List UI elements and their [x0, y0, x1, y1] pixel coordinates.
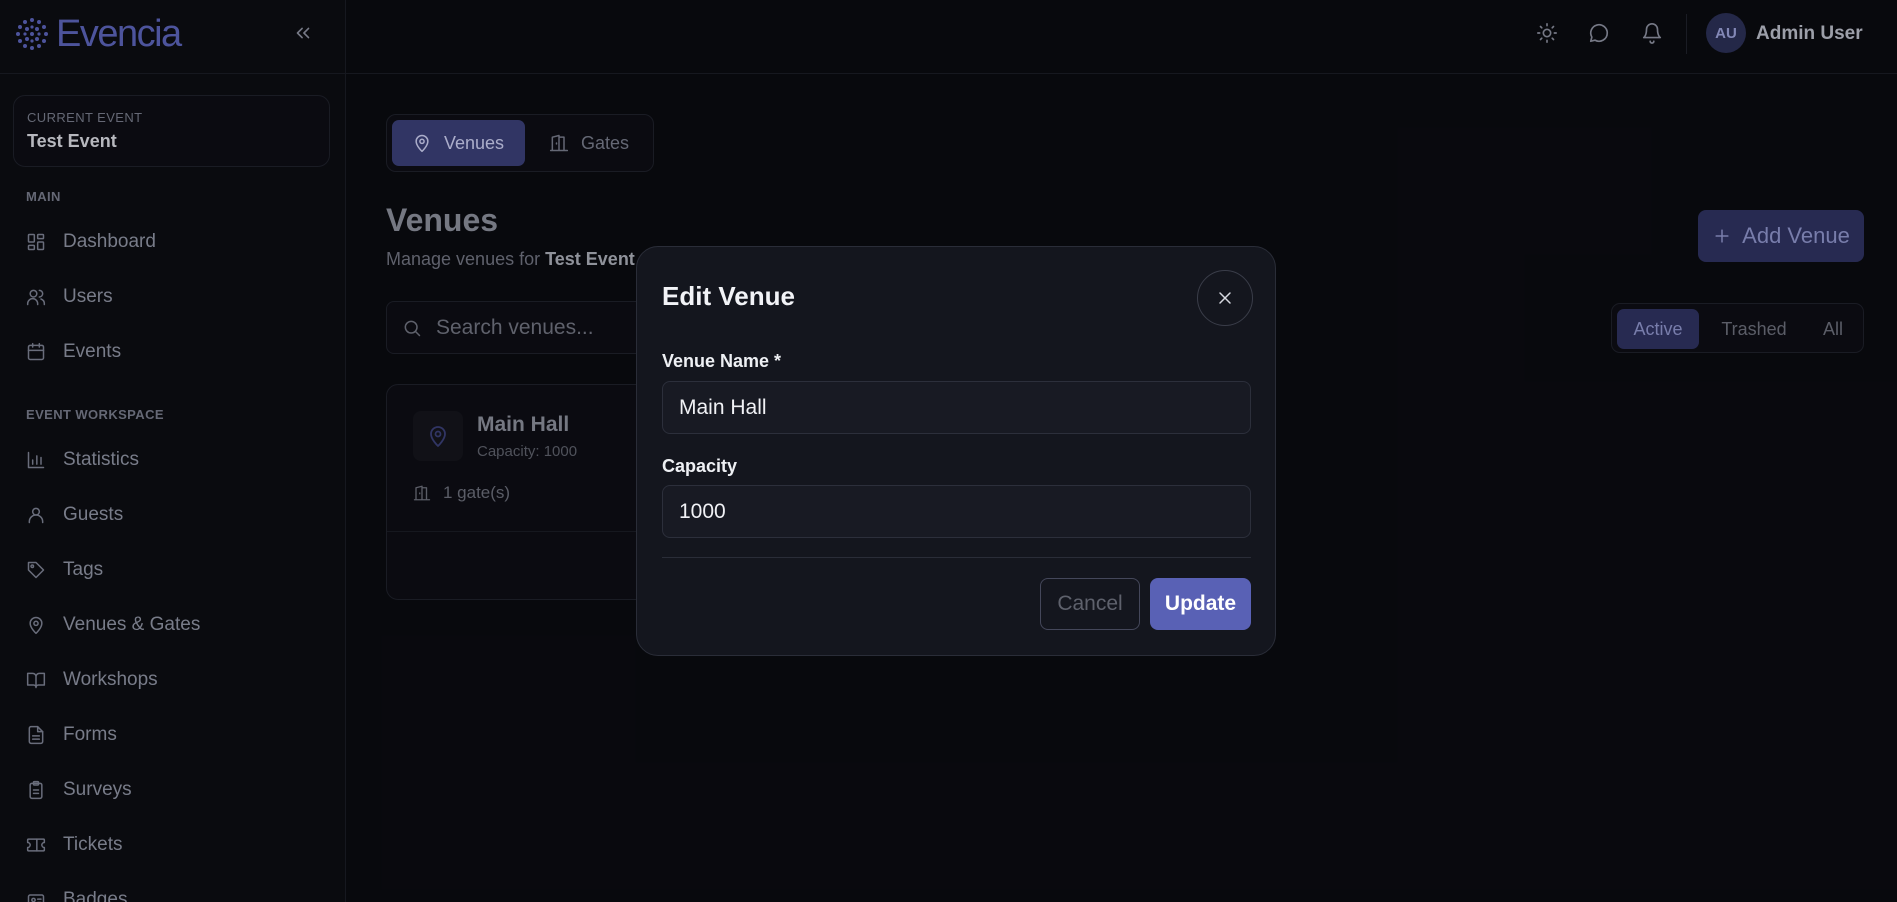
venue-name-field[interactable] — [662, 381, 1251, 434]
venue-name-label: Venue Name * — [662, 351, 782, 371]
close-button[interactable] — [1197, 270, 1253, 326]
update-button[interactable]: Update — [1150, 578, 1251, 630]
capacity-label: Capacity — [662, 456, 738, 476]
modal-title: Edit Venue — [662, 281, 795, 311]
capacity-field[interactable] — [662, 485, 1251, 538]
edit-venue-modal: Edit Venue Venue Name * Capacity Cancel … — [636, 246, 1276, 656]
close-icon — [1215, 288, 1235, 308]
cancel-button[interactable]: Cancel — [1040, 578, 1140, 630]
modal-footer-divider — [662, 557, 1251, 558]
